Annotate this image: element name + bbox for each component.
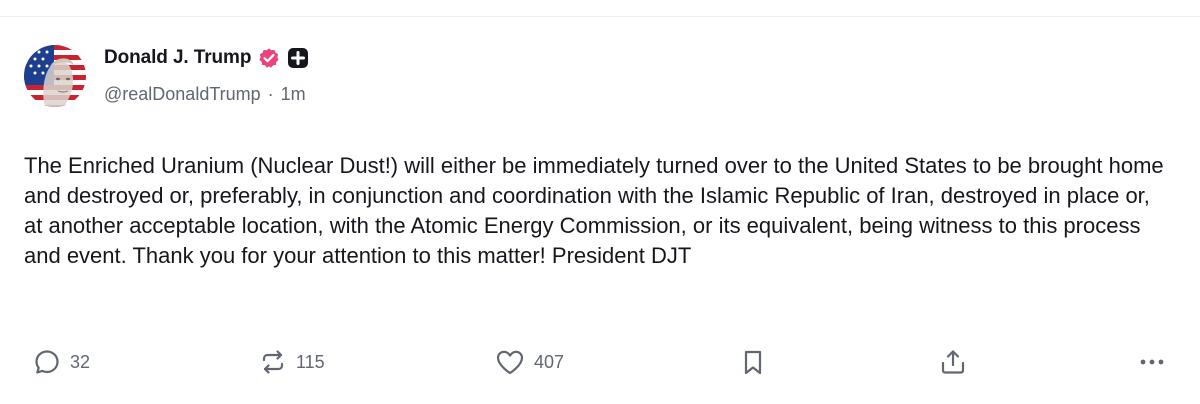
more-options-button[interactable] — [1136, 347, 1168, 377]
reply-icon — [32, 347, 62, 377]
plus-badge-icon — [287, 47, 309, 69]
retruth-count: 115 — [296, 351, 325, 372]
author-display-name[interactable]: Donald J. Trump — [104, 47, 251, 69]
bookmark-button[interactable] — [738, 347, 768, 377]
author-handle-row: @realDonaldTrump · 1m — [104, 84, 306, 105]
retruth-button[interactable]: 115 — [258, 347, 325, 377]
retruth-icon — [258, 347, 288, 377]
post-card: Donald J. Trump @realDonaldTrump · 1m Th… — [0, 16, 1200, 404]
author-name-row: Donald J. Trump — [104, 47, 309, 69]
author-handle[interactable]: @realDonaldTrump — [104, 84, 261, 105]
share-icon — [938, 347, 968, 377]
reply-count: 32 — [70, 351, 91, 372]
post-text: The Enriched Uranium (Nuclear Dust!) wil… — [24, 153, 1164, 268]
share-button[interactable] — [938, 347, 968, 377]
action-bar: 32 115 407 — [0, 347, 1200, 377]
like-count: 407 — [534, 351, 565, 372]
more-icon — [1136, 347, 1168, 377]
verified-badge-icon — [258, 47, 280, 69]
separator-dot: · — [267, 84, 274, 104]
avatar-image — [24, 45, 86, 107]
avatar[interactable] — [24, 45, 86, 107]
bookmark-icon — [738, 347, 768, 377]
reply-button[interactable]: 32 — [32, 347, 90, 377]
heart-icon — [494, 347, 526, 377]
like-button[interactable]: 407 — [494, 347, 564, 377]
post-timestamp[interactable]: 1m — [281, 84, 306, 105]
